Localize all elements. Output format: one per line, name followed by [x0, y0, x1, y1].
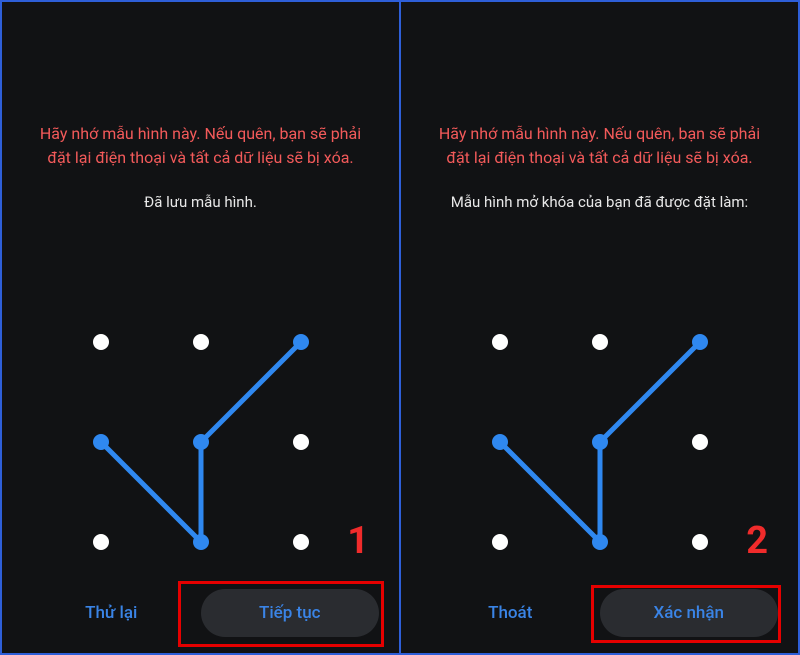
pattern-lines	[480, 322, 720, 562]
subtitle-text: Mẫu hình mở khóa của bạn đã được đặt làm…	[433, 192, 766, 213]
pattern-grid[interactable]	[81, 322, 321, 562]
pattern-dot[interactable]	[193, 434, 209, 450]
pattern-dot[interactable]	[492, 434, 508, 450]
pattern-dot[interactable]	[93, 534, 109, 550]
warning-text: Hãy nhớ mẫu hình này. Nếu quên, bạn sẽ p…	[34, 122, 367, 170]
pattern-dot[interactable]	[193, 334, 209, 350]
pattern-dot[interactable]	[692, 434, 708, 450]
screen-step-2: Hãy nhớ mẫu hình này. Nếu quên, bạn sẽ p…	[401, 2, 798, 653]
pattern-dot[interactable]	[592, 334, 608, 350]
pattern-dot[interactable]	[293, 334, 309, 350]
pattern-dot[interactable]	[692, 334, 708, 350]
pattern-dot[interactable]	[93, 334, 109, 350]
pattern-dot[interactable]	[492, 534, 508, 550]
pattern-dot[interactable]	[293, 534, 309, 550]
pattern-dot[interactable]	[492, 334, 508, 350]
continue-button[interactable]: Tiếp tục	[201, 589, 380, 637]
confirm-button[interactable]: Xác nhận	[600, 589, 779, 637]
subtitle-text: Đã lưu mẫu hình.	[34, 192, 367, 213]
button-bar: Thử lại Tiếp tục	[2, 583, 399, 653]
warning-text: Hãy nhớ mẫu hình này. Nếu quên, bạn sẽ p…	[433, 122, 766, 170]
pattern-dot[interactable]	[93, 434, 109, 450]
pattern-dot[interactable]	[592, 434, 608, 450]
instruction-block: Hãy nhớ mẫu hình này. Nếu quên, bạn sẽ p…	[401, 2, 798, 213]
retry-button[interactable]: Thử lại	[22, 589, 201, 637]
pattern-dot[interactable]	[692, 534, 708, 550]
pattern-lines	[81, 322, 321, 562]
step-number-badge: 2	[746, 519, 768, 563]
pattern-dot[interactable]	[293, 434, 309, 450]
pattern-grid[interactable]	[480, 322, 720, 562]
instruction-block: Hãy nhớ mẫu hình này. Nếu quên, bạn sẽ p…	[2, 2, 399, 213]
step-number-badge: 1	[347, 519, 369, 563]
screen-step-1: Hãy nhớ mẫu hình này. Nếu quên, bạn sẽ p…	[2, 2, 399, 653]
button-bar: Thoát Xác nhận	[401, 583, 798, 653]
pattern-dot[interactable]	[592, 534, 608, 550]
pattern-dot[interactable]	[193, 534, 209, 550]
exit-button[interactable]: Thoát	[421, 589, 600, 637]
